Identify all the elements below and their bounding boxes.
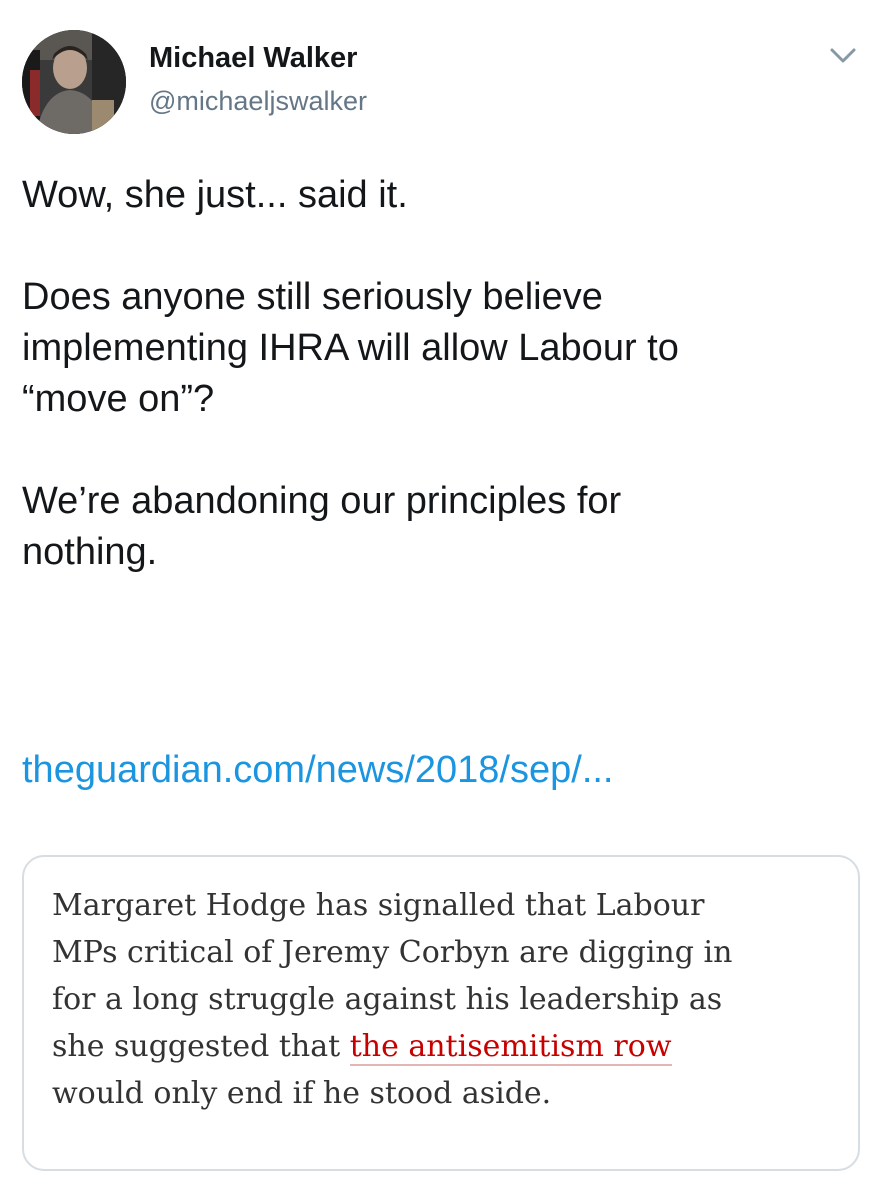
card-line: Margaret Hodge has signalled that Labour: [52, 888, 705, 923]
tweet-line: nothing.: [22, 531, 158, 573]
card-inline-link[interactable]: the antisemitism row: [349, 1029, 672, 1066]
card-quote: Margaret Hodge has signalled that Labour…: [52, 882, 842, 1117]
author-handle[interactable]: @michaeljswalker: [149, 86, 367, 117]
avatar[interactable]: [22, 30, 126, 134]
tweet-line: implementing IHRA will allow Labour to: [22, 327, 679, 369]
tweet-line: “move on”?: [22, 378, 215, 420]
card-line: for a long struggle against his leadersh…: [52, 982, 723, 1017]
author-name[interactable]: Michael Walker: [149, 42, 357, 75]
tweet-text: Wow, she just... said it. Does anyone st…: [22, 170, 862, 578]
card-line-prefix: she suggested that: [52, 1029, 350, 1064]
tweet-line: We’re abandoning our principles for: [22, 480, 622, 522]
card-line: would only end if he stood aside.: [52, 1076, 552, 1111]
tweet-link[interactable]: theguardian.com/news/2018/sep/...: [22, 745, 614, 796]
tweet-line: Wow, she just... said it.: [22, 174, 408, 216]
tweet-line: Does anyone still seriously believe: [22, 276, 603, 318]
card-line: MPs critical of Jeremy Corbyn are diggin…: [52, 935, 733, 970]
card-line: she suggested that the antisemitism row: [52, 1023, 842, 1070]
chevron-down-icon[interactable]: [826, 44, 860, 68]
